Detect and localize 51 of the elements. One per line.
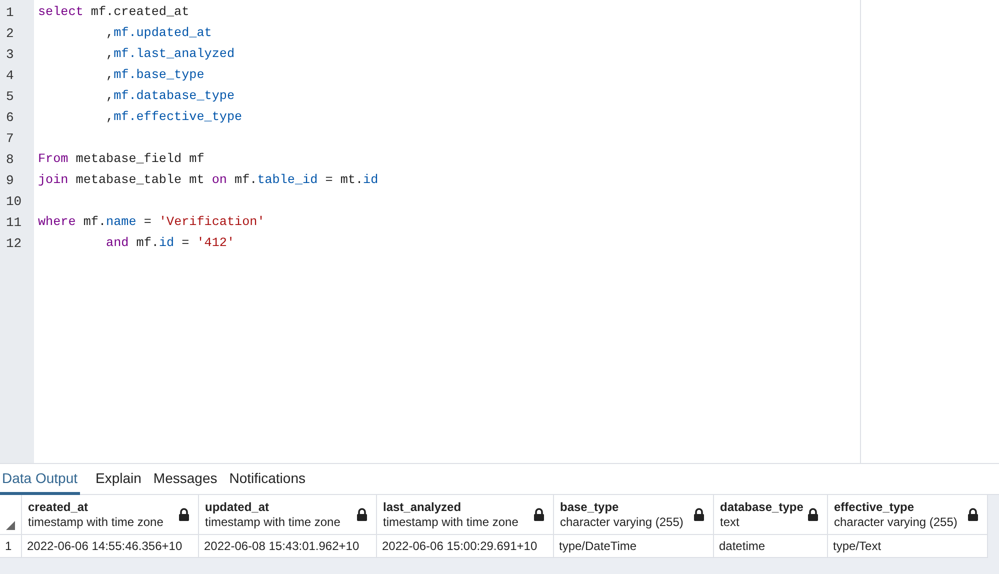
tab[interactable]: Messages [147,464,224,495]
code-line: ,mf.updated_at [105,25,212,42]
code-line: join metabase_table mt on mf.table_id = mt.id [38,172,378,189]
line-number: 9 [5,172,15,190]
column-type: character varying (255) [834,514,958,530]
line-number: 12 [5,235,23,253]
code-line: ,mf.base_type [105,67,204,84]
table-cell: datetime [714,535,828,558]
lock-icon [807,508,819,521]
table-cell: 2022-06-06 14:55:46.356+10 [22,535,199,558]
lock-icon [356,508,368,521]
column-name: updated_at [205,500,270,514]
line-number: 8 [5,151,15,169]
lock-icon [967,508,979,521]
column-name: effective_type [834,500,916,514]
table-cell: 2022-06-08 15:43:01.962+10 [199,535,377,558]
column-type: text [720,514,740,530]
tab[interactable]: Explain [90,464,148,495]
code-line: From metabase_field mf [38,151,204,168]
lock-icon [693,508,705,521]
column-type: character varying (255) [560,514,684,530]
code-line: ,mf.last_analyzed [105,46,234,63]
tab[interactable]: Notifications [223,464,312,495]
line-number: 3 [5,46,15,64]
line-number: 1 [5,4,15,22]
line-number: 10 [5,193,23,211]
lock-icon [533,508,545,521]
corner-icon [6,521,15,530]
line-number: 6 [5,109,15,127]
column-type: timestamp with time zone [383,514,518,530]
row-number: 1 [0,535,22,558]
code-line: where mf.name = 'Verification' [38,214,265,231]
line-number: 4 [5,67,15,85]
column-name: base_type [560,500,620,514]
column-type: timestamp with time zone [205,514,340,530]
code-line: ,mf.effective_type [105,109,242,126]
table-cell: 2022-06-06 15:00:29.691+10 [377,535,554,558]
lock-icon [178,508,190,521]
table-cell: type/DateTime [554,535,714,558]
column-name: database_type [720,500,804,514]
line-number: 7 [5,130,15,148]
column-name: created_at [28,500,90,514]
line-number: 2 [5,25,15,43]
table-cell: type/Text [828,535,988,558]
column-type: timestamp with time zone [28,514,164,530]
line-number: 5 [5,88,15,106]
column-name: last_analyzed [383,500,462,514]
code-line: and mf.id = '412' [105,235,235,252]
code-line: ,mf.database_type [105,88,234,105]
line-number: 11 [5,214,23,232]
code-line: select mf.created_at [38,4,190,21]
